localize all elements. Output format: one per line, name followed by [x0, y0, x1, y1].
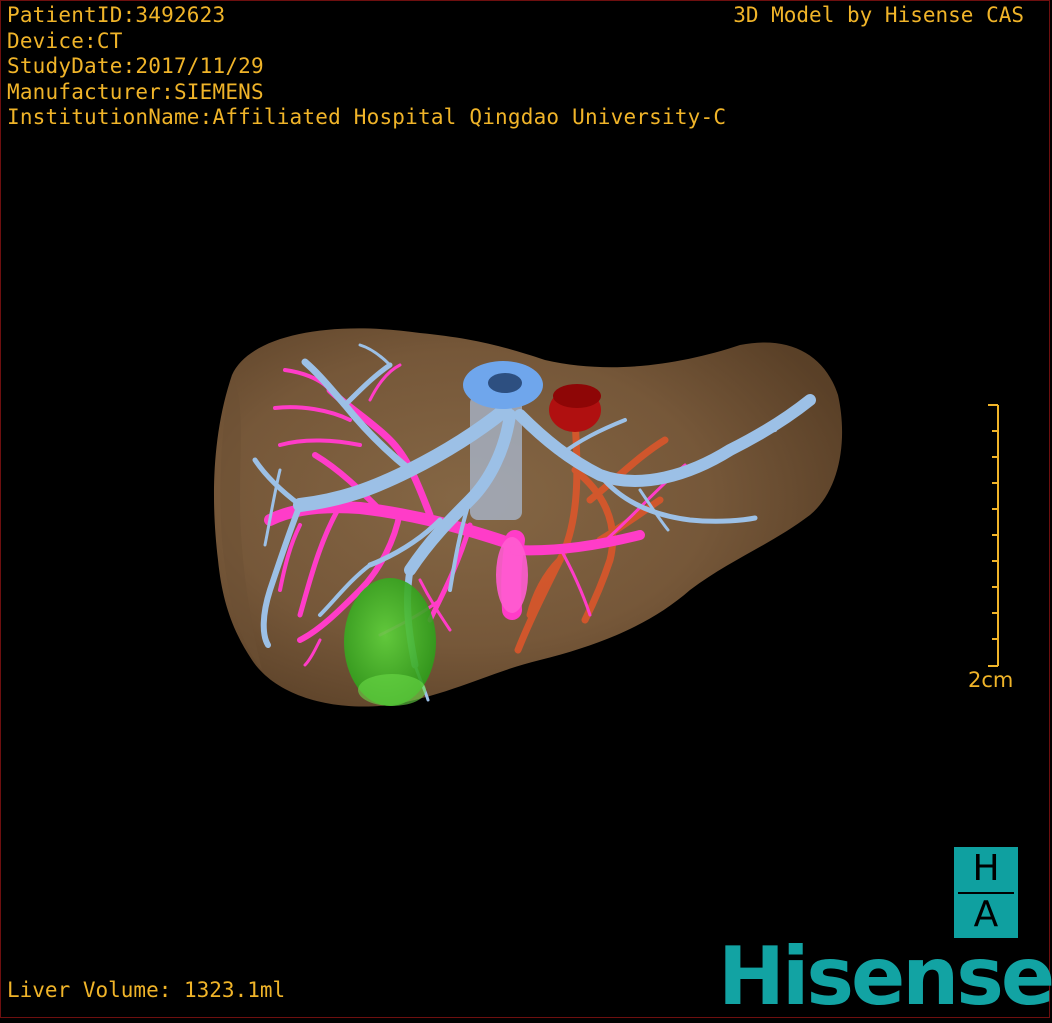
aorta-top: [553, 384, 601, 408]
ha-logo-bottom-letter: A: [973, 894, 999, 935]
liver-volume-text: Liver Volume: 1323.1ml: [7, 978, 286, 1002]
liver-3d-model[interactable]: [0, 0, 1052, 1020]
scale-label: 2cm: [968, 668, 1014, 692]
portal-confluence: [496, 537, 528, 613]
ivc-ring-hole: [488, 373, 522, 393]
hisense-wordmark: Hisense: [718, 930, 1052, 1023]
ha-logo: H A: [954, 847, 1018, 938]
ha-logo-top-letter: H: [972, 848, 1000, 889]
gallbladder-fundus: [358, 674, 426, 706]
scale-bar: [988, 404, 999, 667]
